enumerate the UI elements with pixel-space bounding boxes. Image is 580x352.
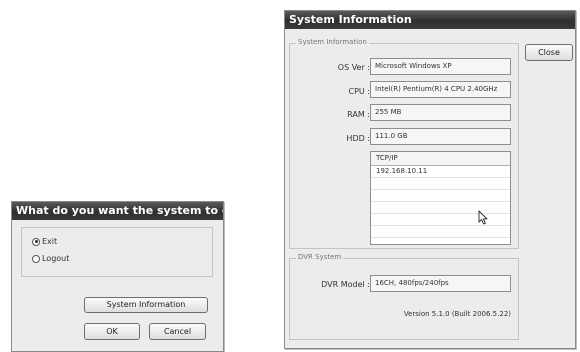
- ok-button[interactable]: OK: [84, 323, 140, 340]
- system-information-button[interactable]: System Information: [84, 297, 208, 313]
- cpu-value-field: Intel(R) Pentium(R) 4 CPU 2.40GHz: [370, 81, 511, 98]
- cpu-label: CPU :: [348, 87, 370, 96]
- ram-label: RAM :: [347, 110, 370, 119]
- list-item[interactable]: [371, 202, 510, 214]
- exit-radio-option[interactable]: Exit: [32, 237, 57, 246]
- list-item[interactable]: 192.168.10.11: [371, 166, 510, 178]
- version-text: Version 5.1.0 (Built 2006.5.22): [403, 310, 511, 318]
- ram-value-field: 255 MB: [370, 104, 511, 121]
- system-information-group: System Information OS Ver : Microsoft Wi…: [289, 38, 519, 249]
- system-information-group-title: System Information: [296, 38, 369, 46]
- list-item[interactable]: [371, 190, 510, 202]
- os-value-field: Microsoft Windows XP: [370, 58, 511, 75]
- exit-radio-icon[interactable]: [32, 237, 40, 246]
- logout-radio-label: Logout: [42, 254, 70, 263]
- hdd-value-field: 111.0 GB: [370, 128, 511, 145]
- tcpip-list[interactable]: TCP/IP 192.168.10.11: [370, 151, 511, 245]
- mouse-cursor-icon: [478, 210, 488, 225]
- exit-options-group: Exit Logout: [21, 227, 213, 277]
- list-item[interactable]: [371, 214, 510, 226]
- exit-dialog: What do you want the system to do? Exit …: [11, 201, 224, 352]
- list-item[interactable]: [371, 226, 510, 238]
- exit-dialog-titlebar: What do you want the system to do?: [12, 202, 223, 220]
- logout-radio-icon[interactable]: [32, 254, 40, 263]
- list-item[interactable]: [371, 178, 510, 190]
- system-information-dialog: System Information Close System Informat…: [284, 10, 576, 349]
- logout-radio-option[interactable]: Logout: [32, 254, 69, 263]
- hdd-label: HDD :: [346, 134, 370, 143]
- dvr-system-group-title: DVR System: [296, 253, 344, 261]
- exit-radio-label: Exit: [42, 237, 58, 246]
- sysinfo-titlebar: System Information: [285, 11, 575, 29]
- cancel-button[interactable]: Cancel: [149, 323, 206, 340]
- tcpip-list-header: TCP/IP: [371, 152, 510, 166]
- dvr-model-value-field: 16CH, 480fps/240fps: [370, 275, 511, 292]
- os-label: OS Ver :: [337, 63, 370, 72]
- close-button[interactable]: Close: [525, 44, 573, 61]
- dvr-model-label: DVR Model :: [321, 280, 370, 289]
- dvr-system-group: DVR System DVR Model : 16CH, 480fps/240f…: [289, 253, 519, 340]
